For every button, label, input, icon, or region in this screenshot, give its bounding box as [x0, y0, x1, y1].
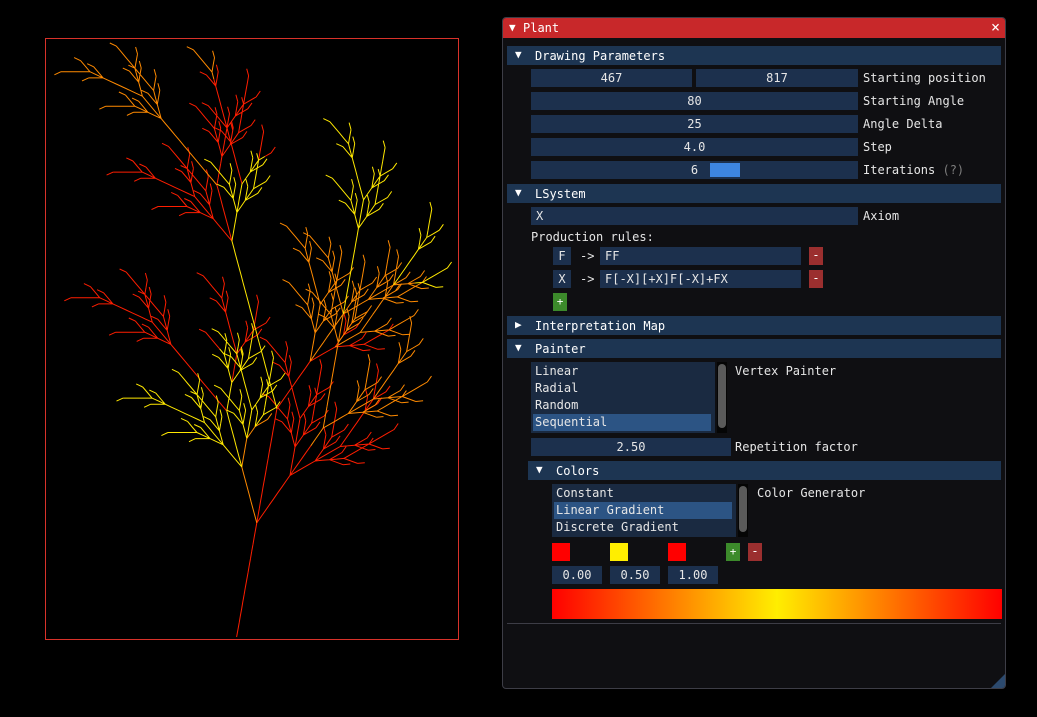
- list-item[interactable]: Discrete Gradient: [554, 519, 732, 536]
- iterations-label-text: Iterations: [863, 163, 936, 177]
- color-generator-label: Color Generator: [757, 486, 866, 500]
- resize-grip-icon[interactable]: [991, 674, 1005, 688]
- drawing-parameters-header[interactable]: ▼ Drawing Parameters: [507, 46, 1001, 65]
- gradient-preview: [552, 589, 1002, 619]
- window-title: Plant: [523, 21, 560, 35]
- rule-symbol-input[interactable]: F: [553, 247, 571, 265]
- list-item-selected[interactable]: Sequential: [533, 414, 711, 431]
- production-rules-label: Production rules:: [531, 230, 654, 244]
- stop-position-field[interactable]: 0.00: [552, 566, 602, 584]
- repetition-factor-field[interactable]: 2.50: [531, 438, 731, 456]
- list-item[interactable]: Random: [533, 397, 711, 414]
- axiom-input[interactable]: X: [531, 207, 858, 225]
- remove-rule-button[interactable]: -: [809, 247, 823, 265]
- close-icon[interactable]: ×: [991, 18, 1000, 36]
- scrollbar-grab[interactable]: [739, 486, 747, 532]
- chevron-down-icon: ▼: [515, 48, 522, 61]
- angle-delta-label: Angle Delta: [863, 117, 943, 131]
- chevron-down-icon: ▼: [515, 186, 522, 199]
- colors-header[interactable]: ▼ Colors: [528, 461, 1001, 480]
- step-label: Step: [863, 140, 892, 154]
- stop-position-field[interactable]: 0.50: [610, 566, 660, 584]
- iterations-label: Iterations (?): [863, 161, 964, 179]
- list-item-selected[interactable]: Linear Gradient: [554, 502, 732, 519]
- lsystem-header[interactable]: ▼ LSystem: [507, 184, 1001, 203]
- color-stop-swatch[interactable]: [552, 543, 570, 561]
- color-generator-list[interactable]: Constant Linear Gradient Discrete Gradie…: [552, 484, 736, 537]
- vertex-list-scrollbar[interactable]: [717, 362, 727, 433]
- collapse-arrow-icon[interactable]: ▼: [509, 21, 516, 34]
- help-marker[interactable]: (?): [942, 163, 964, 177]
- color-list-scrollbar[interactable]: [738, 484, 748, 537]
- iterations-slider[interactable]: 6: [531, 161, 858, 179]
- step-field[interactable]: 4.0: [531, 138, 858, 156]
- plant-window[interactable]: ▼ Plant × ▼ Drawing Parameters 467 817 S…: [502, 17, 1006, 689]
- iterations-slider-grab[interactable]: [709, 163, 740, 177]
- chevron-down-icon: ▼: [536, 463, 543, 476]
- starting-angle-field[interactable]: 80: [531, 92, 858, 110]
- plant-branches: [64, 64, 399, 638]
- color-stop-swatch[interactable]: [668, 543, 686, 561]
- rule-symbol-input[interactable]: X: [553, 270, 571, 288]
- vertex-painter-label: Vertex Painter: [735, 364, 837, 378]
- add-color-stop-button[interactable]: +: [726, 543, 740, 561]
- remove-rule-button[interactable]: -: [809, 270, 823, 288]
- plant-drawing: [54, 42, 453, 638]
- vertex-painter-list[interactable]: Linear Radial Random Sequential: [531, 362, 715, 433]
- color-stop-swatch[interactable]: [610, 543, 628, 561]
- remove-color-stop-button[interactable]: -: [748, 543, 762, 561]
- list-item[interactable]: Radial: [533, 380, 711, 397]
- repetition-factor-label: Repetition factor: [735, 440, 858, 454]
- rule-value-input[interactable]: F[-X][+X]F[-X]+FX: [600, 270, 801, 288]
- rule-arrow: ->: [580, 272, 595, 286]
- list-item[interactable]: Constant: [554, 485, 732, 502]
- list-item[interactable]: Linear: [533, 363, 711, 380]
- add-rule-button[interactable]: +: [553, 293, 567, 311]
- plant-canvas: [45, 38, 459, 640]
- angle-delta-field[interactable]: 25: [531, 115, 858, 133]
- iterations-value: 6: [690, 163, 699, 177]
- scrollbar-grab[interactable]: [718, 364, 726, 428]
- chevron-down-icon: ▼: [515, 341, 522, 354]
- window-titlebar[interactable]: ▼ Plant ×: [503, 18, 1005, 38]
- starting-angle-label: Starting Angle: [863, 94, 965, 108]
- interpretation-map-header[interactable]: ▶ Interpretation Map: [507, 316, 1001, 335]
- start-y-field[interactable]: 817: [696, 69, 858, 87]
- painter-header[interactable]: ▼ Painter: [507, 339, 1001, 358]
- separator: [507, 623, 1001, 624]
- stop-position-field[interactable]: 1.00: [668, 566, 718, 584]
- axiom-label: Axiom: [863, 209, 900, 223]
- rule-arrow: ->: [580, 249, 595, 263]
- rule-value-input[interactable]: FF: [600, 247, 801, 265]
- chevron-right-icon: ▶: [515, 318, 522, 331]
- start-x-field[interactable]: 467: [531, 69, 692, 87]
- start-position-label: Starting position: [863, 71, 986, 85]
